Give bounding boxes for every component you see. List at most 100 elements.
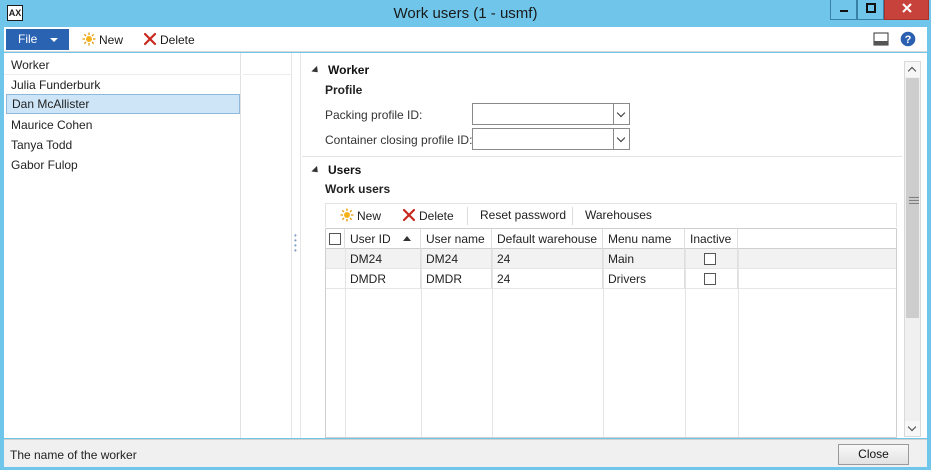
svg-text:?: ? (905, 34, 912, 46)
grid-header-row: User ID User name Default warehouse Menu… (326, 229, 896, 249)
packing-profile-label: Packing profile ID: (325, 108, 423, 122)
worker-list-item[interactable]: Maurice Cohen (6, 115, 240, 135)
window-title: Work users (1 - usmf) (393, 5, 538, 22)
status-bar: The name of the worker Close (4, 439, 927, 467)
action-pane: File New Delete ? (4, 27, 927, 52)
splitter-grip-icon: • • • • (294, 231, 297, 255)
worker-list-item[interactable]: Julia Funderburk (6, 75, 240, 95)
user-name-cell[interactable]: DMDR (421, 269, 492, 289)
column-divider (738, 249, 739, 437)
grid-new-label: New (357, 209, 382, 223)
work-users-grid: User ID User name Default warehouse Menu… (325, 228, 897, 438)
user-id-cell[interactable]: DM24 (345, 249, 421, 269)
help-icon[interactable]: ? (900, 31, 916, 47)
column-divider (421, 249, 422, 437)
inactive-cell[interactable] (685, 269, 738, 289)
toolbar-separator (467, 207, 468, 225)
maximize-icon (865, 3, 876, 13)
delete-button-label: Delete (160, 33, 195, 47)
view-icon[interactable] (873, 31, 889, 47)
worker-list-item-selected[interactable]: Dan McAllister (6, 94, 240, 114)
scroll-thumb[interactable]: — — — (906, 78, 919, 318)
close-window-button[interactable] (884, 0, 929, 20)
column-divider (685, 249, 686, 437)
inactive-cell[interactable] (685, 249, 738, 269)
users-section-header[interactable]: Users (311, 163, 362, 177)
inactive-checkbox[interactable] (704, 273, 716, 285)
users-section-title: Users (328, 163, 362, 177)
maximize-button[interactable] (857, 0, 884, 20)
file-menu-button[interactable]: File (6, 29, 69, 50)
inactive-checkbox[interactable] (704, 253, 716, 265)
status-text: The name of the worker (10, 448, 137, 462)
worker-list-item[interactable]: Tanya Todd (6, 135, 240, 155)
reset-password-button[interactable]: Reset password (480, 208, 566, 222)
details-pane: Worker Profile Packing profile ID: Conta… (302, 53, 902, 438)
worker-section-header[interactable]: Worker (311, 63, 370, 77)
file-menu-label: File (18, 32, 38, 46)
user-name-cell[interactable]: DM24 (421, 249, 492, 269)
worker-column-header[interactable]: Worker (4, 55, 241, 75)
column-header-menu-name[interactable]: Menu name (603, 229, 685, 249)
vertical-scrollbar[interactable]: — — — (904, 61, 921, 437)
minimize-button[interactable] (830, 0, 857, 20)
grid-delete-label: Delete (419, 209, 454, 223)
select-all-cell[interactable] (326, 229, 345, 249)
grid-delete-button[interactable]: Delete (402, 208, 454, 223)
list-empty-column-header (243, 55, 291, 75)
chevron-down-icon (50, 38, 58, 42)
worker-list-item[interactable]: Gabor Fulop (6, 155, 240, 175)
column-header-default-warehouse[interactable]: Default warehouse (492, 229, 603, 249)
collapse-triangle-icon (311, 165, 321, 176)
column-header-label: User ID (350, 232, 391, 246)
delete-x-icon (402, 208, 416, 222)
packing-profile-combo[interactable] (472, 103, 630, 125)
menu-name-cell[interactable]: Drivers (603, 269, 685, 289)
toolbar-separator (572, 207, 573, 225)
default-warehouse-cell[interactable]: 24 (492, 249, 603, 269)
sort-ascending-icon (402, 236, 411, 241)
table-row[interactable]: DMDR DMDR 24 Drivers (326, 269, 896, 289)
worker-list: Worker Julia Funderburk Dan McAllister M… (4, 53, 241, 438)
column-header-inactive[interactable]: Inactive (685, 229, 738, 249)
pane-splitter[interactable]: • • • • (291, 53, 301, 438)
work-users-window: AX Work users (1 - usmf) File New Delete… (0, 0, 931, 470)
work-users-group-title: Work users (325, 182, 391, 196)
column-header-user-name[interactable]: User name (421, 229, 492, 249)
default-warehouse-cell[interactable]: 24 (492, 269, 603, 289)
profile-group-title: Profile (325, 83, 363, 97)
title-bar: AX Work users (1 - usmf) (0, 0, 931, 26)
column-divider (603, 249, 604, 437)
close-button[interactable]: Close (838, 444, 909, 465)
scroll-down-icon[interactable] (905, 421, 920, 436)
grid-new-button[interactable]: New (340, 208, 381, 223)
new-sun-icon (340, 208, 354, 222)
column-header-user-id[interactable]: User ID (345, 229, 421, 249)
user-id-cell[interactable]: DMDR (345, 269, 421, 289)
new-button[interactable]: New (82, 31, 123, 49)
minimize-icon (839, 10, 848, 12)
worker-section-title: Worker (328, 63, 370, 77)
row-select-cell[interactable] (326, 249, 345, 269)
container-closing-profile-combo[interactable] (472, 128, 630, 150)
chevron-down-icon[interactable] (613, 129, 629, 149)
column-divider (345, 249, 346, 437)
new-button-label: New (99, 33, 124, 47)
delete-button[interactable]: Delete (143, 31, 195, 49)
scroll-up-icon[interactable] (905, 62, 920, 77)
container-closing-profile-label: Container closing profile ID: (325, 133, 473, 147)
scroll-grip-icon: — — — (909, 192, 919, 209)
menu-name-cell[interactable]: Main (603, 249, 685, 269)
main-area: Worker Julia Funderburk Dan McAllister M… (4, 53, 927, 438)
row-select-cell[interactable] (326, 269, 345, 289)
column-divider (492, 249, 493, 437)
grid-toolbar: New Delete Reset password Warehouses (325, 203, 897, 227)
table-row[interactable]: DM24 DM24 24 Main (326, 249, 896, 269)
select-all-checkbox[interactable] (329, 233, 341, 245)
new-sun-icon (82, 32, 96, 46)
warehouses-button[interactable]: Warehouses (585, 208, 652, 222)
close-icon (901, 3, 912, 13)
section-divider (302, 156, 902, 157)
chevron-down-icon[interactable] (613, 104, 629, 124)
collapse-triangle-icon (311, 65, 321, 76)
